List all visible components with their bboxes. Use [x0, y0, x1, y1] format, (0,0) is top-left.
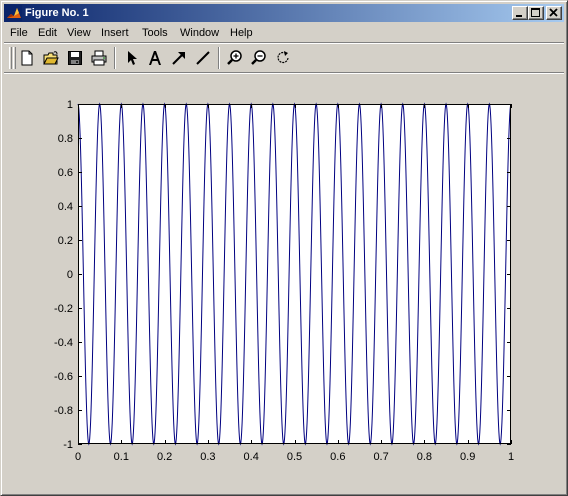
x-tick-label-0: 0 — [75, 451, 81, 463]
x-tick-label-10: 1 — [508, 451, 514, 463]
x-tick-label-1: 0.1 — [114, 451, 129, 463]
axes-background — [78, 104, 511, 444]
y-tick-label-7: 0.4 — [58, 201, 73, 213]
y-tick-label-1: -0.8 — [54, 405, 73, 417]
x-tick-label-4: 0.4 — [244, 451, 259, 463]
y-tick-label-5: 0 — [67, 269, 73, 281]
y-tick-label-8: 0.6 — [58, 167, 73, 179]
figure-canvas[interactable]: 0 0.1 0.2 0.3 0.4 0.5 0.6 0.7 0.8 0.9 1 -1 -0.8 -0.6 -… — [0, 0, 568, 496]
axes[interactable]: 0 0.1 0.2 0.3 0.4 0.5 0.6 0.7 0.8 0.9 1 -1 -0.8 -0.6 -… — [54, 99, 514, 463]
x-tick-label-8: 0.8 — [417, 451, 432, 463]
x-tick-label-6: 0.6 — [330, 451, 345, 463]
y-tick-label-0: -1 — [63, 439, 73, 451]
y-tick-label-4: -0.2 — [54, 303, 73, 315]
x-tick-label-5: 0.5 — [287, 451, 302, 463]
x-tick-label-9: 0.9 — [460, 451, 475, 463]
y-tick-label-6: 0.2 — [58, 235, 73, 247]
x-tick-label-2: 0.2 — [157, 451, 172, 463]
y-tick-label-10: 1 — [67, 99, 73, 111]
y-tick-label-3: -0.4 — [54, 337, 73, 349]
x-tick-label-7: 0.7 — [373, 451, 388, 463]
y-tick-label-2: -0.6 — [54, 371, 73, 383]
y-tick-label-9: 0.8 — [58, 133, 73, 145]
x-tick-label-3: 0.3 — [200, 451, 215, 463]
